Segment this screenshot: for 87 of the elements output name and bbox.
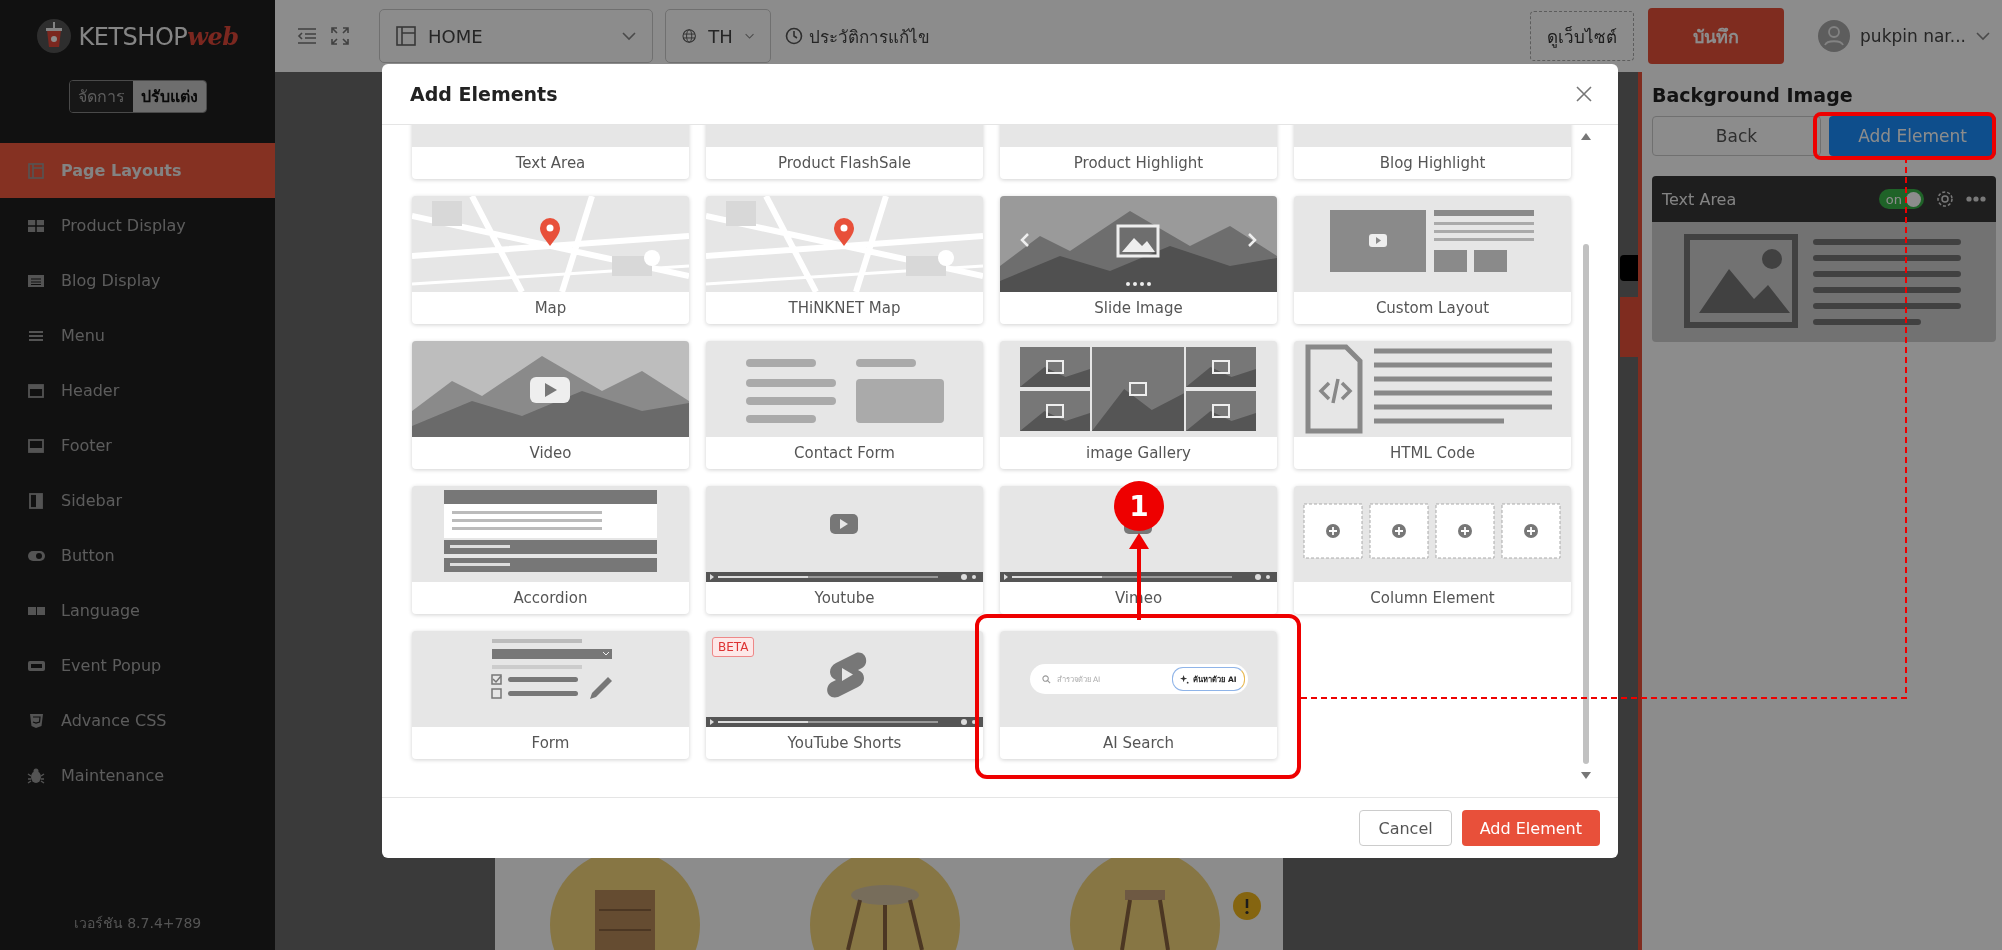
- sparkle-icon: [1180, 674, 1190, 684]
- chevron-down-icon: [744, 31, 754, 41]
- scroll-up-icon[interactable]: [1581, 133, 1591, 140]
- element-label: HTML Code: [1389, 443, 1476, 464]
- sidebar-item[interactable]: Menu: [0, 308, 275, 363]
- element-card[interactable]: Blog Highlight: [1294, 125, 1571, 179]
- add-element-button[interactable]: Add Element: [1461, 810, 1600, 846]
- element-name: Text Area: [1662, 189, 1738, 209]
- element-label: Text Area: [514, 153, 587, 174]
- element-label: Video: [528, 443, 573, 464]
- expand-icon[interactable]: [331, 27, 349, 45]
- chevron-down-icon: [622, 31, 636, 41]
- dialog-title: Add Elements: [410, 83, 559, 105]
- sidebar-item[interactable]: Product Display: [0, 198, 275, 253]
- sidebar-item[interactable]: Event Popup: [0, 638, 275, 693]
- window-icon: [27, 381, 45, 400]
- element-label: Blog Highlight: [1378, 153, 1487, 174]
- exclamation-icon[interactable]: [1233, 892, 1261, 920]
- element-card[interactable]: Column Element: [1294, 486, 1571, 614]
- element-label: Product Highlight: [1072, 153, 1205, 174]
- element-label: image Gallery: [1085, 443, 1192, 464]
- sidebar-item[interactable]: Language: [0, 583, 275, 638]
- sidebar-item[interactable]: Sidebar: [0, 473, 275, 528]
- element-label: Slide Image: [1093, 298, 1184, 319]
- version-text: เวอร์ชัน 8.7.4+789: [72, 914, 203, 933]
- more-icon[interactable]: [1966, 196, 1986, 202]
- bug-icon: [27, 766, 45, 785]
- search-icon: [1041, 674, 1051, 684]
- sidebar-icon: [27, 491, 45, 510]
- css-icon: [27, 711, 45, 730]
- element-label: THiNKNET Map: [787, 298, 902, 319]
- mode-tab[interactable]: จัดการ: [69, 81, 133, 112]
- indent-icon[interactable]: [297, 28, 317, 44]
- element-label: Youtube: [813, 588, 876, 609]
- element-card[interactable]: Product FlashSale: [706, 125, 983, 179]
- sidebar-item[interactable]: Footer: [0, 418, 275, 473]
- element-card[interactable]: Accordion: [412, 486, 689, 614]
- back-button[interactable]: Back: [1652, 116, 1821, 156]
- element-card[interactable]: Product Highlight: [1000, 125, 1277, 179]
- page-select[interactable]: HOME: [379, 9, 653, 63]
- element-label: AI Search: [1102, 733, 1175, 754]
- element-card[interactable]: Youtube: [706, 486, 983, 614]
- close-icon[interactable]: [1576, 86, 1592, 102]
- clock-icon: [785, 27, 803, 45]
- view-site-button[interactable]: ดูเว็บไซต์: [1530, 11, 1635, 61]
- element-card[interactable]: image Gallery: [1000, 341, 1277, 469]
- save-button[interactable]: บันทึก: [1648, 8, 1785, 64]
- beta-badge: BETA: [712, 637, 755, 657]
- element-card[interactable]: THiNKNET Map: [706, 196, 983, 324]
- cup-logo-icon: [36, 19, 71, 53]
- logo-text: KETSHOPweb: [78, 21, 239, 51]
- element-card[interactable]: Map: [412, 196, 689, 324]
- avatar-icon: [1818, 20, 1851, 52]
- layout-icon: [27, 161, 45, 180]
- cancel-button[interactable]: Cancel: [1359, 810, 1452, 846]
- history-link[interactable]: ประวัติการแก้ไข: [785, 22, 930, 50]
- sidebar-item[interactable]: Advance CSS: [0, 693, 275, 748]
- user-menu[interactable]: pukpin nar...: [1818, 20, 1990, 52]
- element-card[interactable]: Text Area: [412, 125, 689, 179]
- panel-title: Background Image: [1652, 84, 1854, 106]
- language-select[interactable]: TH: [665, 9, 771, 63]
- layout-icon: [396, 26, 416, 46]
- element-card[interactable]: Custom Layout: [1294, 196, 1571, 324]
- element-label: Contact Form: [793, 443, 896, 464]
- element-card[interactable]: HTML Code: [1294, 341, 1571, 469]
- sidebar-item[interactable]: Button: [0, 528, 275, 583]
- mode-tab[interactable]: ปรับแต่ง: [132, 81, 206, 112]
- element-label: Accordion: [512, 588, 589, 609]
- settings-icon[interactable]: [1936, 190, 1954, 208]
- element-label: Product FlashSale: [776, 153, 913, 174]
- sidebar-item[interactable]: Maintenance: [0, 748, 275, 803]
- element-label: Column Element: [1369, 588, 1496, 609]
- scroll-down-icon[interactable]: [1581, 772, 1591, 779]
- sidebar-item[interactable]: Blog Display: [0, 253, 275, 308]
- element-label: Custom Layout: [1374, 298, 1491, 319]
- element-card[interactable]: Video: [412, 341, 689, 469]
- chevron-down-icon: [1976, 31, 1990, 41]
- element-card[interactable]: Slide Image: [1000, 196, 1277, 324]
- element-label: Form: [530, 733, 571, 754]
- element-card[interactable]: Contact Form: [706, 341, 983, 469]
- element-card[interactable]: BETA YouTube Shorts: [706, 631, 983, 759]
- element-card[interactable]: Form: [412, 631, 689, 759]
- element-label: Map: [533, 298, 568, 319]
- sidebar-item[interactable]: Header: [0, 363, 275, 418]
- scrollbar-thumb[interactable]: [1583, 244, 1589, 764]
- window-icon: [27, 436, 45, 455]
- element-label: YouTube Shorts: [786, 733, 903, 754]
